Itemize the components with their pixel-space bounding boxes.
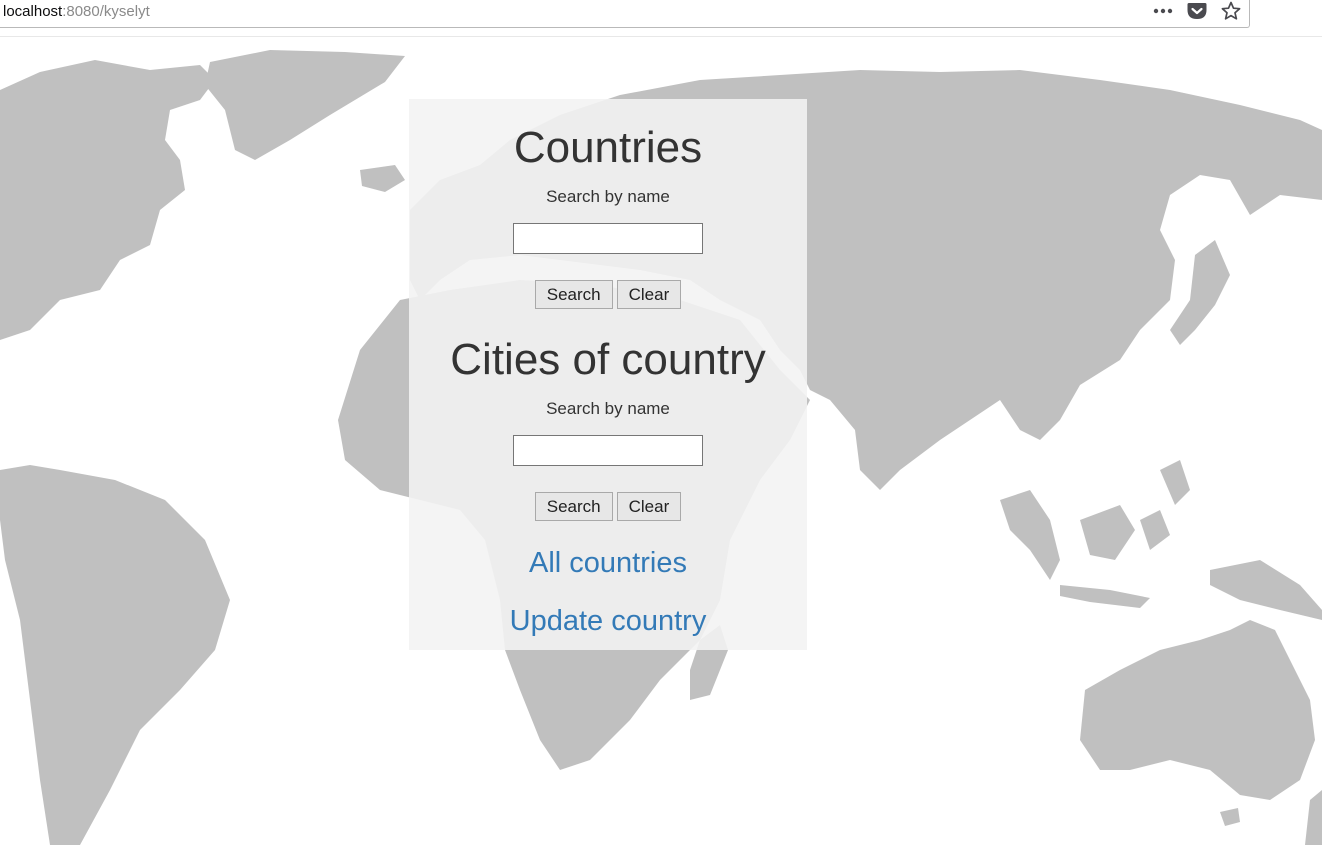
cities-search-input[interactable] [513,435,703,466]
pocket-icon[interactable] [1187,2,1207,20]
countries-search-button[interactable]: Search [534,280,613,309]
cities-clear-button[interactable]: Clear [616,492,682,521]
countries-heading: Countries [513,123,703,172]
address-bar-actions [1139,0,1241,22]
countries-search-input[interactable] [513,223,703,254]
countries-input-row [409,223,807,254]
cities-button-row: Search Clear [409,492,807,521]
url-text[interactable]: localhost:8080/kyselyt [3,3,150,21]
update-country-link[interactable]: Update country [510,605,707,637]
countries-clear-button[interactable]: Clear [616,280,682,309]
url-host: localhost [3,3,63,20]
cities-heading: Cities of country [450,335,766,384]
bookmark-star-icon[interactable] [1221,1,1241,21]
countries-button-row: Search Clear [409,280,807,309]
more-icon[interactable] [1153,8,1173,14]
cities-input-row [409,435,807,466]
all-countries-row: All countries [409,547,807,579]
url-path: :8080/kyselyt [62,3,150,20]
countries-search-label: Search by name [546,187,670,206]
cities-search-label: Search by name [546,399,670,418]
cities-search-button[interactable]: Search [534,492,613,521]
all-countries-link[interactable]: All countries [529,547,687,579]
update-country-row: Update country [409,605,807,637]
browser-address-bar[interactable]: localhost:8080/kyselyt [0,0,1250,28]
search-panel: Countries Search by name Search Clear Cit… [409,99,807,650]
